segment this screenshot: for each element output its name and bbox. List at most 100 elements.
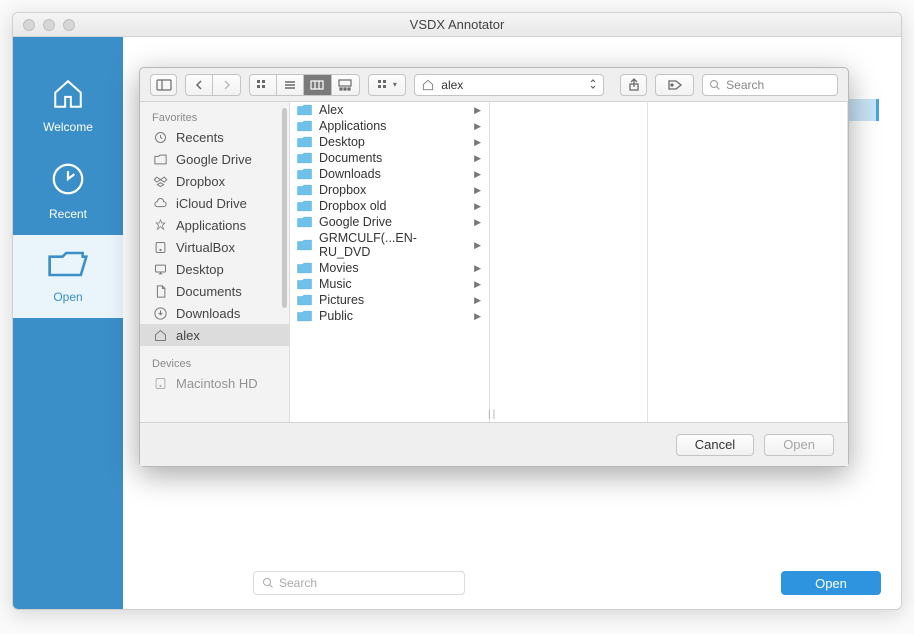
leftbar: Welcome Recent Open [13,37,123,609]
zoom-dot[interactable] [63,19,75,31]
downloads-icon [152,305,168,321]
sidebar-item-label: Macintosh HD [176,376,258,391]
close-dot[interactable] [23,19,35,31]
sidebar-item-icloud drive[interactable]: iCloud Drive [140,192,289,214]
sidebar-item-label: Downloads [176,306,240,321]
sidebar-item-documents[interactable]: Documents [140,280,289,302]
group-by-button[interactable]: ▾ [368,74,407,96]
chevron-right-icon: ▶ [474,311,481,322]
column-item[interactable]: Pictures ▶ [290,292,489,308]
folder-icon [296,167,313,181]
sidebar-item-label: Desktop [176,262,224,277]
sidebar-toggle-button[interactable] [150,74,177,96]
cancel-button[interactable]: Cancel [676,434,754,456]
folder-icon [296,135,313,149]
sidebar-item-recents[interactable]: Recents [140,126,289,148]
home-icon [48,77,88,114]
sidebar-item-downloads[interactable]: Downloads [140,302,289,324]
gallery-view-button[interactable] [332,74,359,96]
chevron-right-icon: ▶ [474,169,481,180]
tags-button[interactable] [655,74,694,96]
column-item[interactable]: Desktop ▶ [290,134,489,150]
column-item[interactable]: Applications ▶ [290,118,489,134]
search-icon [709,79,721,91]
column-item[interactable]: Dropbox ▶ [290,182,489,198]
leftbar-item-welcome[interactable]: Welcome [13,65,123,148]
column-item[interactable]: Public ▶ [290,308,489,324]
sidebar-item-virtualbox[interactable]: VirtualBox [140,236,289,258]
sidebar-item-alex[interactable]: alex [140,324,289,346]
chevron-right-icon: ▶ [474,279,481,290]
sidebar-item-label: Google Drive [176,152,252,167]
forward-button[interactable] [213,74,240,96]
column-item[interactable]: Google Drive ▶ [290,214,489,230]
minimize-dot[interactable] [43,19,55,31]
sidebar-item-applications[interactable]: Applications [140,214,289,236]
column-item[interactable]: Music ▶ [290,276,489,292]
icon-view-button[interactable] [250,74,277,96]
column-item[interactable]: Movies ▶ [290,260,489,276]
traffic-lights [23,19,75,31]
chevron-right-icon: ▶ [474,217,481,228]
devices-header: Devices [140,354,289,372]
chevron-right-icon: ▶ [474,105,481,116]
chevron-down-icon: ▾ [393,80,397,89]
sidebar-item-dropbox[interactable]: Dropbox [140,170,289,192]
home-outline-icon [152,327,168,343]
folder-icon [296,238,313,252]
chevron-right-icon: ▶ [474,121,481,132]
column-item-label: Music [319,277,352,291]
back-button[interactable] [186,74,213,96]
column-3 [648,102,848,422]
folder-icon [296,183,313,197]
column-item-label: Pictures [319,293,364,307]
sidebar-item-macintosh hd[interactable]: Macintosh HD [140,372,289,394]
leftbar-item-recent[interactable]: Recent [13,148,123,235]
column-item[interactable]: Alex ▶ [290,102,489,118]
chevron-right-icon: ▶ [474,137,481,148]
leftbar-label: Open [53,290,82,304]
column-item[interactable]: Dropbox old ▶ [290,198,489,214]
dropbox-icon [152,173,168,189]
open-button[interactable]: Open [764,434,834,456]
leftbar-item-open[interactable]: Open [13,235,123,318]
sidebar-scrollbar[interactable] [282,108,287,308]
column-item-label: Dropbox [319,183,366,197]
recents-icon [152,129,168,145]
column-resize-handle[interactable]: || [488,409,497,420]
view-mode-buttons [249,74,359,96]
column-item[interactable]: Documents ▶ [290,150,489,166]
chevron-right-icon: ▶ [474,153,481,164]
disk-icon [152,375,168,391]
column-item-label: Desktop [319,135,365,149]
sidebar-item-label: alex [176,328,200,343]
column-item[interactable]: Downloads ▶ [290,166,489,182]
column-item-label: Dropbox old [319,199,386,213]
sidebar-item-desktop[interactable]: Desktop [140,258,289,280]
chevron-right-icon: ▶ [474,201,481,212]
list-view-button[interactable] [277,74,304,96]
folder-icon [296,103,313,117]
titlebar: VSDX Annotator [13,13,901,37]
column-view-button[interactable] [304,74,331,96]
column-item-label: Documents [319,151,382,165]
column-item[interactable]: GRMCULF(...EN-RU_DVD ▶ [290,230,489,260]
dialog-search-input[interactable]: Search [702,74,838,96]
folder-icon [296,119,313,133]
column-item-label: Public [319,309,353,323]
column-1: Alex ▶ Applications ▶ Desktop ▶ Document… [290,102,490,422]
share-button[interactable] [620,74,647,96]
path-dropdown[interactable]: alex [414,74,604,96]
open-main-button[interactable]: Open [781,571,881,595]
folder-icon [296,261,313,275]
sidebar-item-google drive[interactable]: Google Drive [140,148,289,170]
column-item-label: Google Drive [319,215,392,229]
file-open-dialog: ▾ alex Search [139,67,849,467]
dialog-body: Favorites Recents Google Drive Dropbox i… [140,102,848,422]
chevron-right-icon: ▶ [474,263,481,274]
folder-open-icon [46,247,90,284]
cloud-icon [152,195,168,211]
main-search-input[interactable]: Search [253,571,465,595]
path-label: alex [441,78,463,92]
sidebar-item-label: Applications [176,218,246,233]
